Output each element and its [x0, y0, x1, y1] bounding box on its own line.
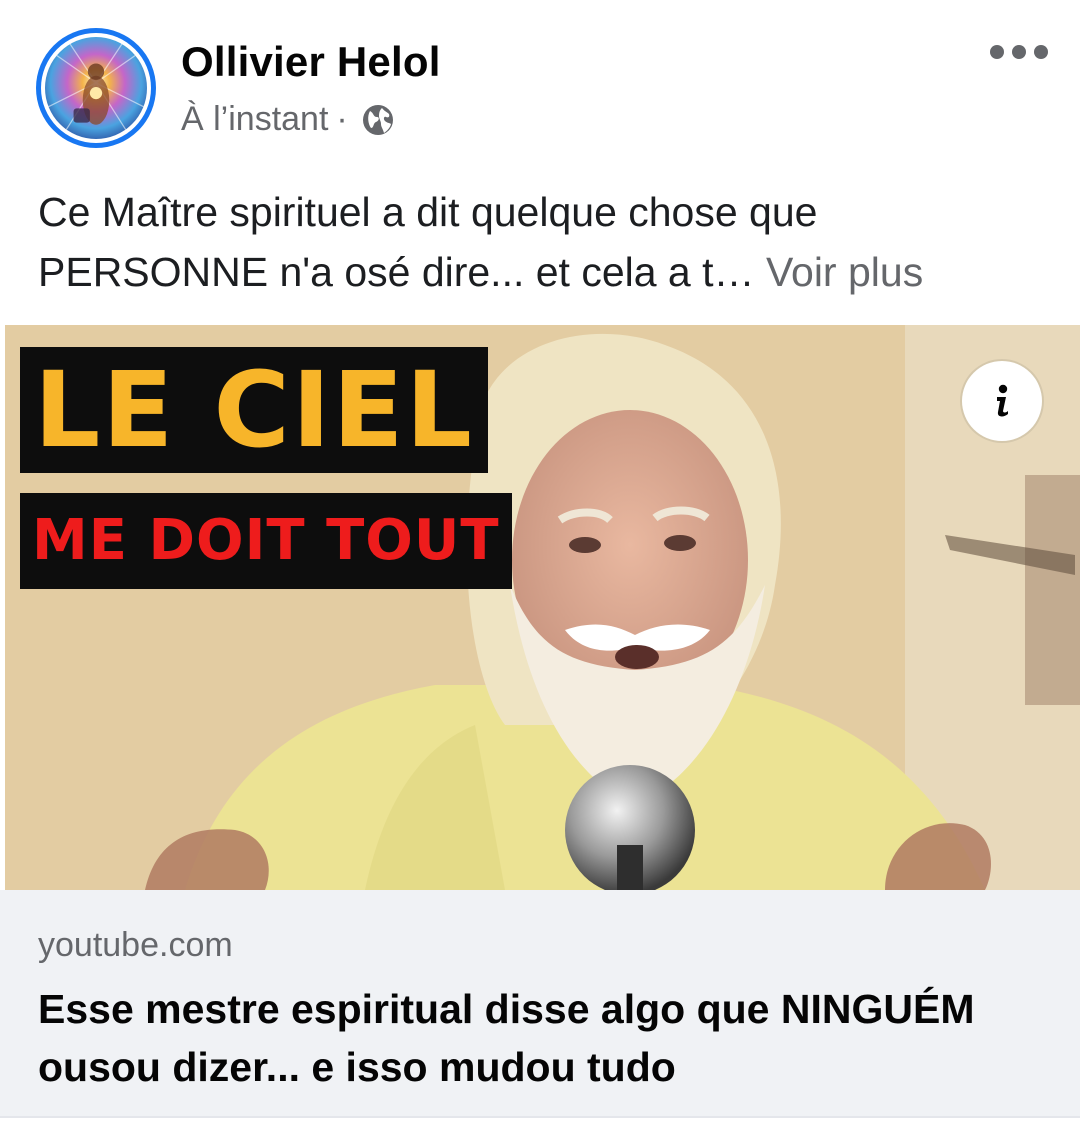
link-domain: youtube.com: [38, 926, 233, 964]
globe-icon: [360, 102, 396, 138]
info-icon: [997, 384, 1008, 417]
post-header: Ollivier Helol À l’instant ·: [0, 0, 1080, 170]
link-title[interactable]: Esse mestre espiritual disse algo que NI…: [38, 980, 1048, 1096]
avatar-image: [45, 37, 147, 139]
info-button[interactable]: [962, 361, 1042, 441]
post-body: Ce Maître spirituel a dit quelque chose …: [38, 189, 818, 295]
meta-separator: ·: [336, 100, 348, 138]
author-name[interactable]: Ollivier Helol: [181, 38, 441, 86]
more-options-button[interactable]: [990, 38, 1048, 66]
post-text: Ce Maître spirituel a dit quelque chose …: [38, 182, 1048, 302]
see-more-link[interactable]: Voir plus: [766, 249, 923, 295]
link-thumbnail[interactable]: LE CIEL ME DOIT TOUT: [5, 325, 1080, 890]
post-timestamp[interactable]: À l’instant: [181, 100, 328, 139]
author-avatar[interactable]: [36, 28, 156, 148]
post-meta: À l’instant ·: [181, 100, 396, 139]
more-horizontal-icon: [990, 45, 1004, 59]
thumbnail-title-line1: LE CIEL: [20, 347, 488, 473]
thumbnail-title-line2: ME DOIT TOUT: [20, 493, 512, 589]
